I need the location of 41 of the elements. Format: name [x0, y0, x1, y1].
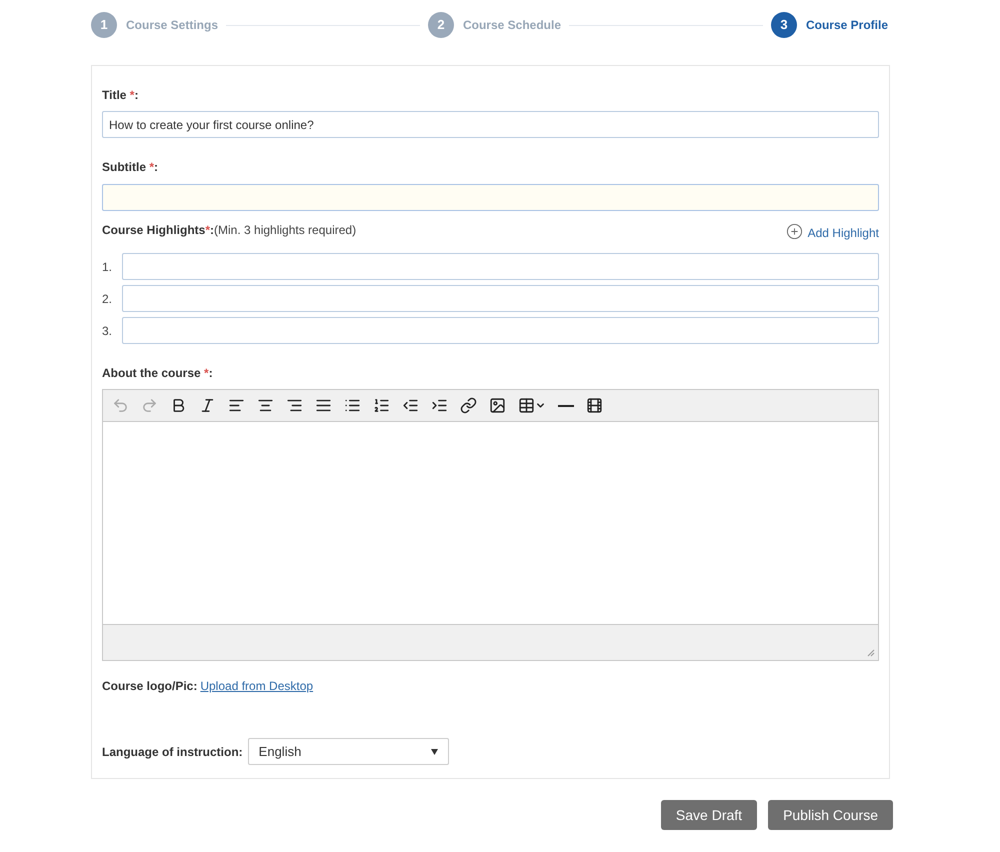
undo-icon	[112, 397, 129, 414]
hint-text: (Min. 3 highlights required)	[214, 222, 356, 239]
subtitle-field[interactable]	[102, 184, 879, 211]
highlight-field[interactable]	[122, 253, 879, 280]
highlight-field[interactable]	[122, 285, 879, 312]
italic-icon	[199, 397, 216, 414]
resize-handle-icon[interactable]	[867, 649, 875, 657]
logo-label: Course logo/Pic:	[102, 678, 198, 695]
align-left-icon	[228, 397, 245, 414]
highlight-number: 1.	[102, 258, 114, 276]
highlight-field[interactable]	[122, 317, 879, 344]
bullet-list-icon	[344, 397, 361, 414]
upload-link[interactable]: Upload from Desktop	[200, 677, 314, 695]
link-icon	[460, 397, 477, 414]
outdent-icon	[402, 397, 419, 414]
dropdown-arrow-icon	[430, 748, 438, 754]
field-label: Course Highlights*:	[102, 222, 214, 239]
action-button[interactable]: Save Draft	[660, 800, 758, 830]
align-right-icon	[286, 397, 303, 414]
field-label: Subtitle *:	[102, 159, 160, 176]
add-highlight-link[interactable]: Add Highlight	[808, 224, 879, 242]
field-label: About the course *:	[102, 365, 214, 382]
field-label: Title *:	[102, 87, 140, 104]
language-select[interactable]: English	[248, 738, 449, 765]
language-label: Language of instruction:	[102, 744, 243, 760]
step-number[interactable]: 3	[770, 12, 797, 38]
align-center-icon	[257, 397, 274, 414]
add-icon	[786, 222, 803, 240]
horizontal-rule-icon	[558, 404, 574, 406]
highlight-number: 3.	[102, 322, 114, 340]
redo-icon	[141, 397, 158, 414]
film-icon	[586, 397, 603, 414]
action-button[interactable]: Publish Course	[768, 800, 893, 830]
title-field[interactable]: How to create your first course online?	[102, 111, 879, 138]
indent-icon	[431, 397, 448, 414]
highlight-number: 2.	[102, 290, 114, 308]
image-icon	[489, 397, 506, 414]
table-icon	[518, 397, 535, 414]
numbered-list-icon	[373, 397, 390, 414]
justify-icon	[315, 397, 332, 414]
step-label[interactable]: Course Profile	[806, 16, 888, 34]
